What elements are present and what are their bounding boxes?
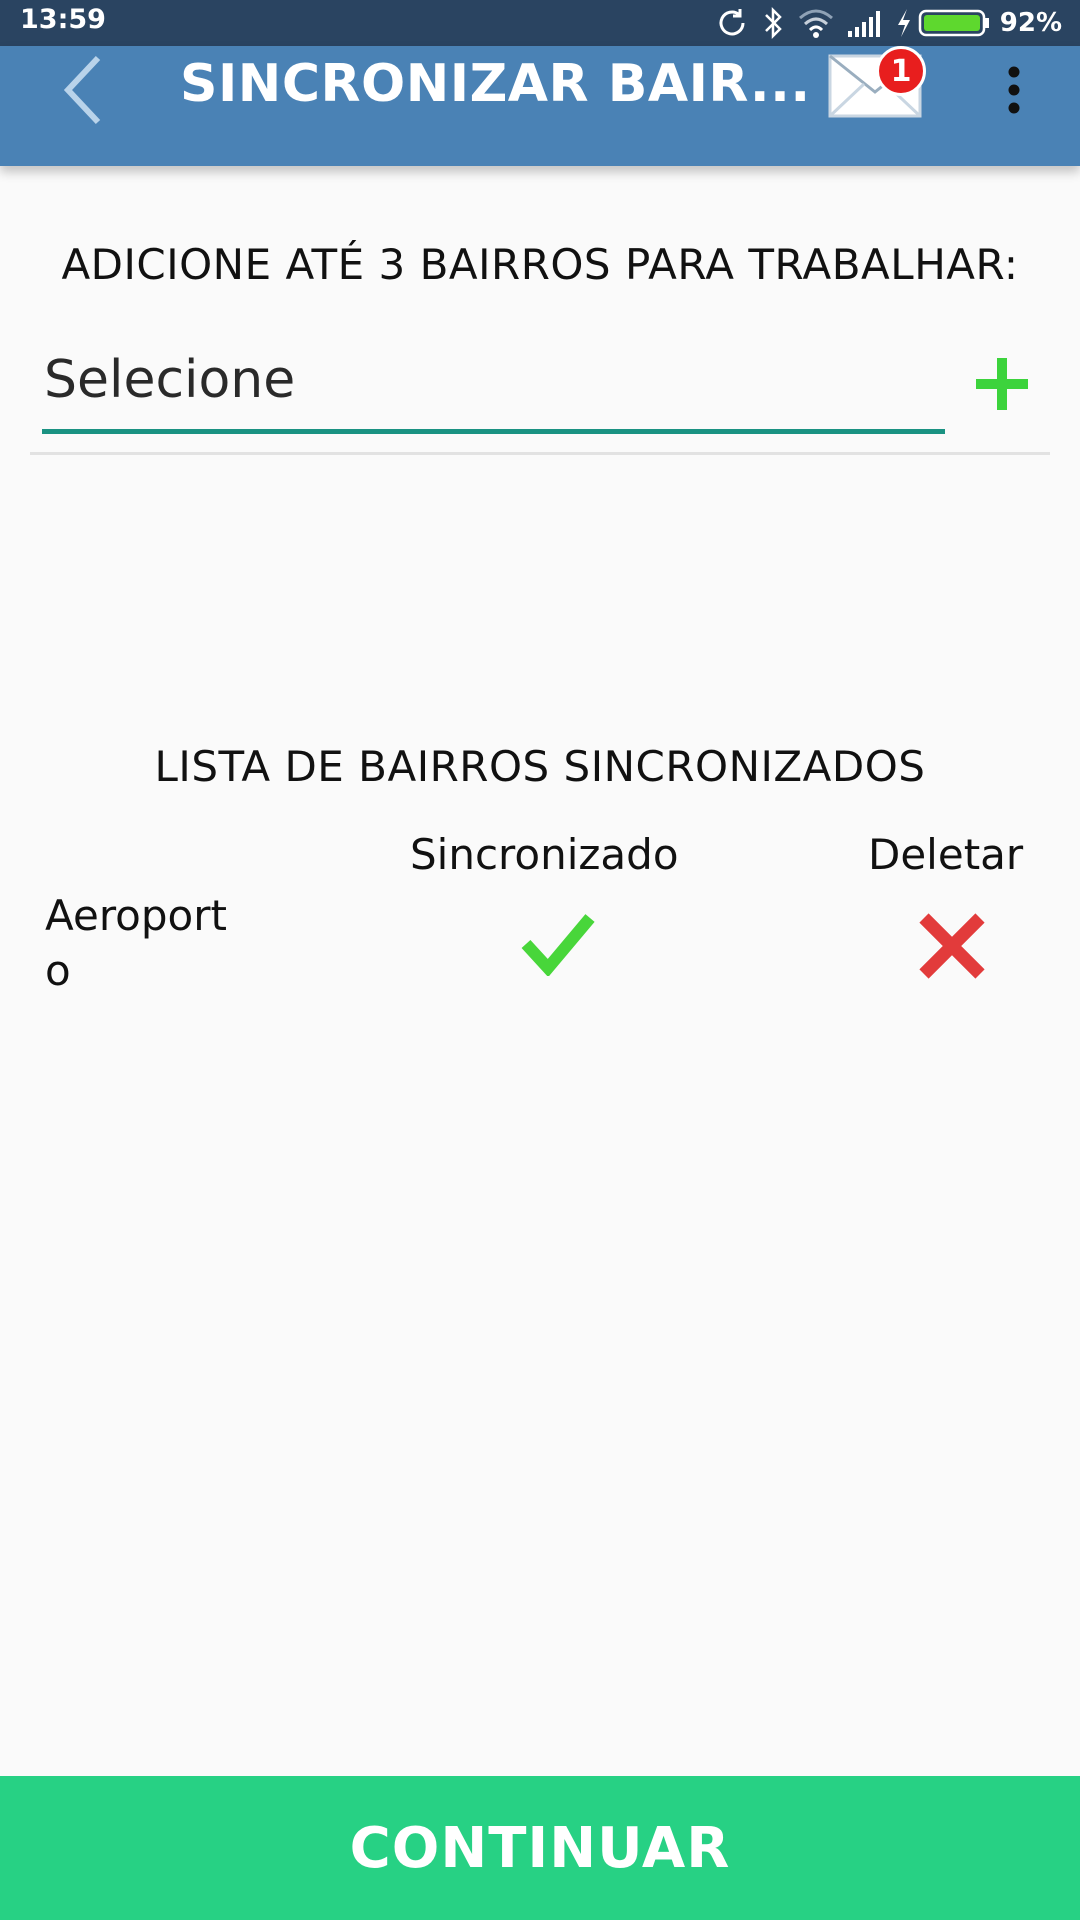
charging-icon (897, 9, 910, 37)
page-title: SINCRONIZAR BAIR... (180, 54, 811, 114)
status-time: 13:59 (20, 4, 106, 35)
status-bar: 13:59 92% (0, 0, 1080, 46)
continue-button[interactable]: CONTINUAR (0, 1776, 1080, 1920)
add-neighborhood-button[interactable] (970, 352, 1034, 416)
divider (30, 452, 1050, 455)
close-icon (919, 913, 985, 979)
column-header-synced: Sincronizado (410, 830, 679, 879)
chevron-left-icon (63, 55, 101, 125)
battery-icon (918, 9, 989, 37)
sync-icon (719, 9, 745, 36)
bluetooth-icon (764, 6, 782, 40)
signal-icon (847, 11, 880, 37)
wifi-icon (798, 9, 833, 38)
plus-icon (976, 358, 1028, 410)
neighborhood-name: Aeroporto (45, 891, 227, 995)
list-heading: LISTA DE BAIRROS SINCRONIZADOS (154, 742, 926, 791)
status-icons: 92% (714, 0, 1062, 46)
delete-button[interactable] (916, 912, 988, 980)
column-header-delete: Deletar (868, 830, 1024, 879)
add-heading: ADICIONE ATÉ 3 BAIRROS PARA TRABALHAR: (61, 240, 1019, 289)
notification-badge: 1 (876, 46, 926, 96)
more-vert-icon (1008, 66, 1020, 114)
check-icon (520, 910, 596, 978)
overflow-menu-button[interactable] (996, 60, 1032, 120)
battery-percent: 92% (999, 8, 1062, 38)
neighborhood-select[interactable]: Selecione (42, 350, 945, 434)
back-button[interactable] (58, 52, 118, 128)
app-bar: SINCRONIZAR BAIR... 1 (0, 46, 1080, 166)
